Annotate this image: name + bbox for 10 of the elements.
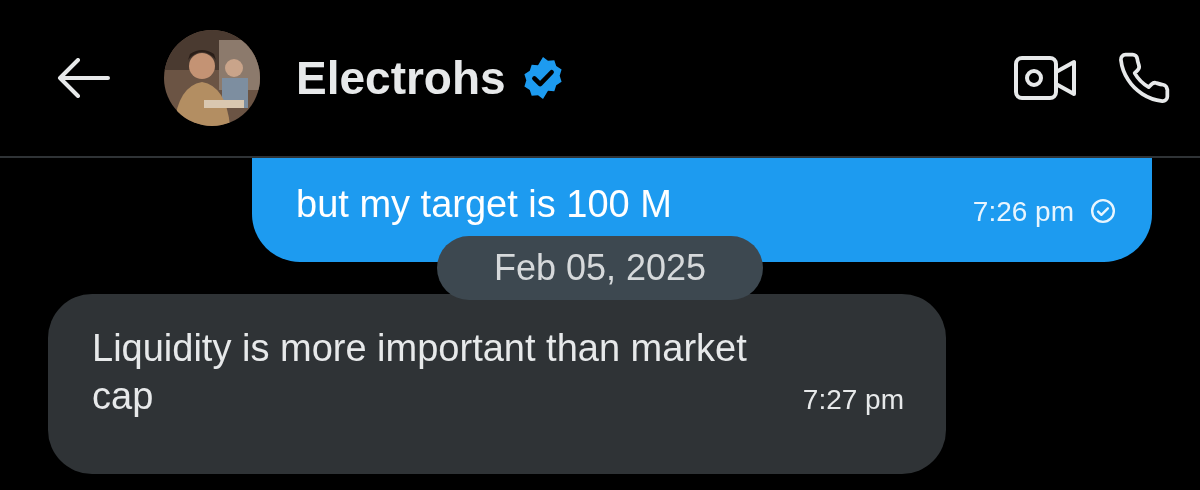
back-button[interactable] — [56, 58, 110, 98]
date-text: Feb 05, 2025 — [493, 247, 707, 289]
message-text: but my target is 100 M — [296, 182, 672, 227]
back-arrow-icon — [56, 58, 110, 98]
contact-name: Electrohs — [296, 51, 506, 105]
video-call-button[interactable] — [1014, 54, 1076, 102]
message-text: Liquidity is more important than market cap — [92, 326, 748, 419]
video-camera-icon — [1014, 54, 1076, 102]
message-time: 7:26 pm — [972, 196, 1074, 228]
message-time: 7:27 pm — [802, 384, 904, 416]
